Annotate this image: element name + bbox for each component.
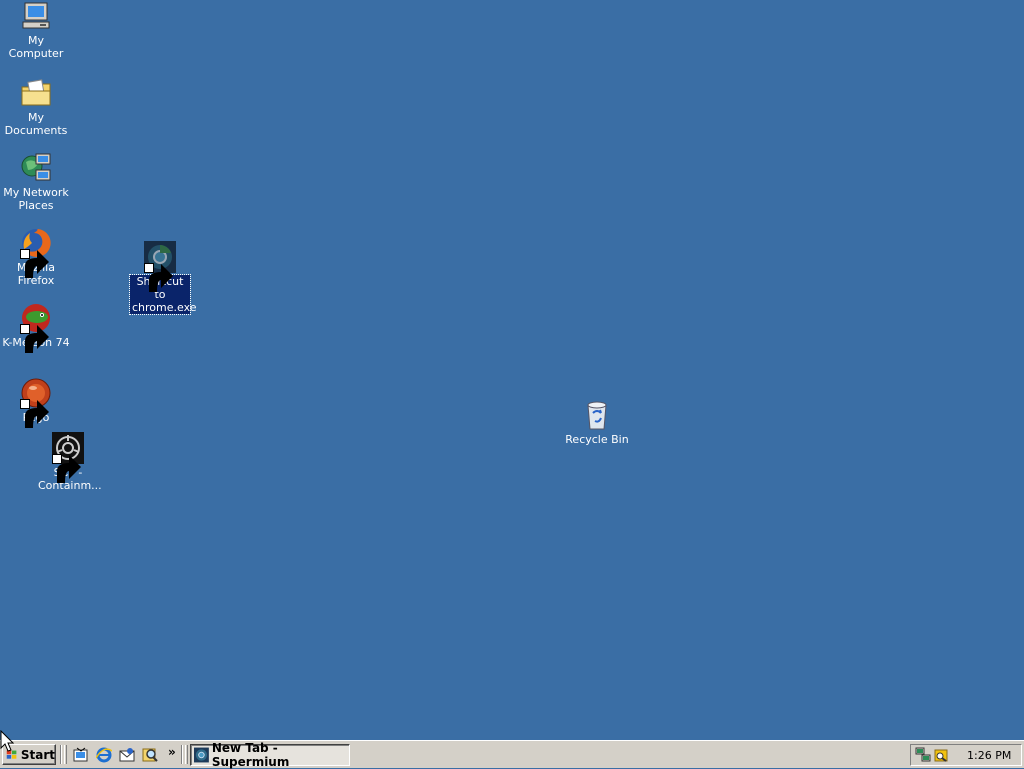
desktop-icon-my-network-places[interactable]: My Network Places — [0, 152, 74, 212]
chrome-icon — [144, 241, 176, 292]
shortcut-arrow-icon — [52, 454, 81, 483]
desktop-icon-pego[interactable]: Pego — [0, 377, 74, 428]
pego-icon — [20, 377, 52, 428]
taskbar-separator — [181, 745, 183, 764]
show-desktop-icon[interactable] — [73, 747, 89, 763]
desktop-icon-label: My Computer — [8, 34, 64, 60]
shortcut-arrow-icon — [20, 249, 49, 278]
shortcut-arrow-icon — [20, 324, 49, 353]
firefox-icon — [20, 227, 52, 278]
taskbar-grip[interactable] — [185, 745, 188, 764]
recycle-bin-icon — [581, 399, 613, 431]
desktop-icon-chrome-shortcut[interactable]: Shortcut to chrome.exe — [122, 241, 198, 315]
desktop-icon-my-computer[interactable]: My Computer — [0, 0, 74, 60]
desktop-icon-label: My Network Places — [3, 186, 69, 212]
task-button-label: New Tab - Supermium — [211, 741, 290, 769]
desktop-icon-my-documents[interactable]: My Documents — [0, 77, 74, 137]
supermium-icon — [194, 747, 209, 763]
my-computer-icon — [20, 0, 52, 32]
shortcut-arrow-icon — [20, 399, 49, 428]
start-label: Start — [20, 747, 55, 762]
desktop-icon-k-meleon[interactable]: K-Meleon 74 — [0, 302, 74, 353]
my-documents-icon — [20, 77, 52, 109]
taskbar-separator — [60, 745, 62, 764]
taskbar-clock[interactable]: 1:26 PM — [967, 749, 1011, 762]
security-icon[interactable] — [933, 747, 949, 763]
quick-launch-grip[interactable] — [64, 745, 67, 764]
desktop-icon-scp[interactable]: SCP - Containm... — [30, 432, 106, 492]
taskbar: Start » New Tab - Supermium 1:26 PM — [0, 740, 1024, 769]
quick-launch-more-button[interactable]: » — [168, 745, 176, 759]
scp-icon — [52, 432, 84, 483]
my-network-places-icon — [20, 152, 52, 184]
k-meleon-icon — [20, 302, 52, 353]
internet-explorer-icon[interactable] — [96, 747, 112, 763]
desktop-icon-mozilla-firefox[interactable]: Mozilla Firefox — [0, 227, 74, 287]
system-tray: 1:26 PM — [910, 744, 1022, 766]
network-icon[interactable] — [915, 747, 931, 763]
search-icon[interactable] — [142, 747, 158, 763]
mouse-cursor-icon — [0, 730, 14, 752]
outlook-express-icon[interactable] — [119, 747, 135, 763]
shortcut-arrow-icon — [144, 263, 173, 292]
desktop-icon-label: Recycle Bin — [565, 433, 629, 446]
desktop-icon-label: My Documents — [4, 111, 68, 137]
task-button-supermium[interactable]: New Tab - Supermium — [190, 741, 350, 769]
desktop-icon-recycle-bin[interactable]: Recycle Bin — [559, 399, 635, 446]
